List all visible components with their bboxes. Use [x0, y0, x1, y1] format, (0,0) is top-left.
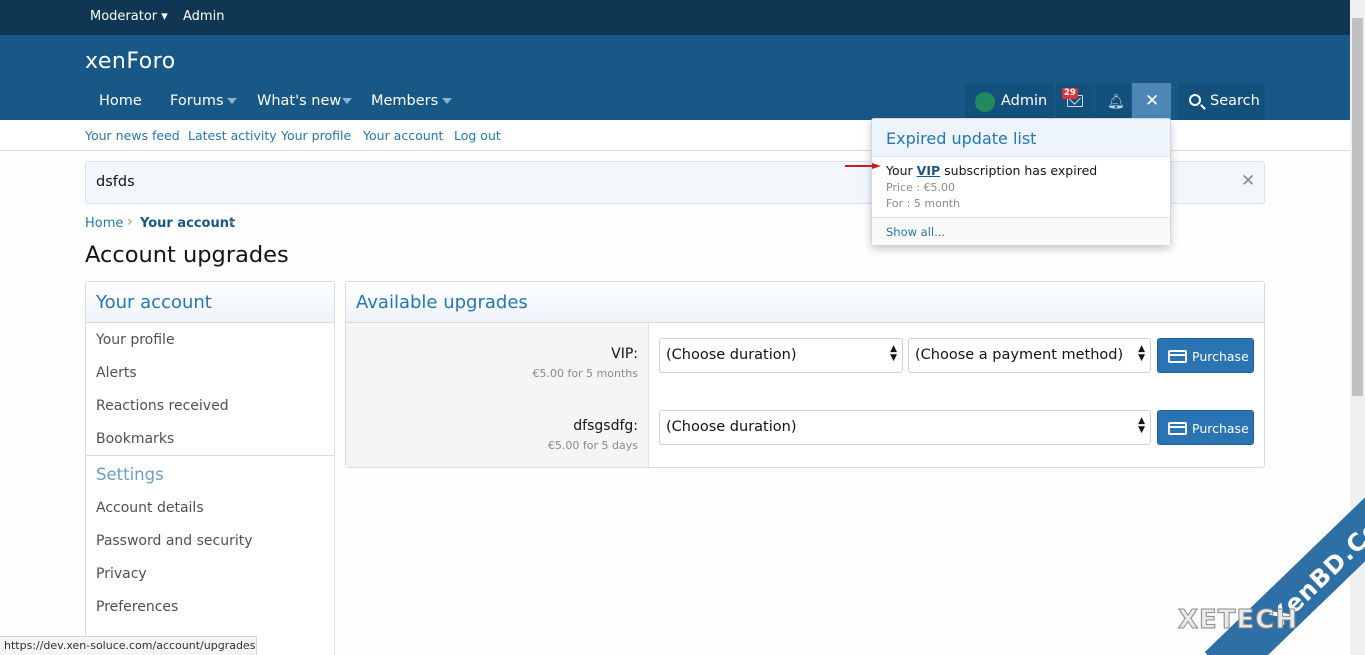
duration-select-dfsgsdfg[interactable]: (Choose duration) ▲ ▼ [659, 410, 1151, 445]
annotation-arrow-icon [845, 163, 881, 169]
breadcrumb-current[interactable]: Your account [140, 216, 235, 231]
sidebar-item-bookmarks[interactable]: Bookmarks [96, 431, 174, 447]
members-chevron-down-icon[interactable] [442, 98, 452, 104]
upgrade-label-dfsgsdfg: dfsgsdfg: [573, 418, 638, 434]
tab-whats-new[interactable]: What's new [257, 93, 341, 109]
sidebar-title: Your account [96, 292, 212, 313]
sidebar-item-account-details[interactable]: Account details [96, 500, 204, 516]
staff-bar: Moderator ▾ Admin [0, 0, 1365, 35]
bell-icon: 🔔︎ [1107, 94, 1125, 110]
subnav-log-out[interactable]: Log out [454, 128, 501, 143]
forums-chevron-down-icon[interactable] [227, 98, 237, 104]
purchase-label: Purchase [1192, 421, 1249, 436]
scrollbar-thumb[interactable] [1352, 18, 1363, 396]
tab-members[interactable]: Members [371, 93, 438, 109]
status-url: https://dev.xen-soluce.com/account/upgra… [4, 639, 256, 652]
whats-new-chevron-down-icon[interactable] [342, 98, 352, 104]
duration-value: (Choose duration) [666, 419, 797, 435]
moderator-label: Moderator [90, 9, 158, 24]
sidebar-item-your-profile[interactable]: Your profile [96, 332, 175, 348]
subnav-latest-activity[interactable]: Latest activity [188, 128, 277, 143]
vip-link[interactable]: VIP [917, 163, 941, 178]
page-title: Account upgrades [85, 242, 289, 268]
purchase-button-vip[interactable]: Purchase [1157, 338, 1254, 373]
popup-footer: Show all... [872, 217, 1170, 245]
select-arrows-icon: ▲ ▼ [1138, 416, 1145, 435]
user-name: Admin [1001, 93, 1048, 109]
popup-header: Expired update list [872, 119, 1170, 157]
tab-home[interactable]: Home [99, 93, 142, 109]
chevron-right-icon: › [228, 214, 234, 230]
moderator-menu[interactable]: Moderator ▾ [90, 9, 168, 24]
admin-link[interactable]: Admin [183, 9, 224, 24]
search-icon [1189, 94, 1201, 106]
message-prefix: Your [886, 163, 917, 178]
breadcrumb-home[interactable]: Home [85, 216, 123, 231]
close-popup-button[interactable]: ✕ [1132, 83, 1171, 120]
upgrade-hint-dfsgsdfg: €5.00 for 5 days [547, 439, 638, 452]
purchase-label: Purchase [1192, 349, 1249, 364]
site-header: xenForo Home Forums What's new Members A… [0, 35, 1365, 120]
watermark: XenBD.Com XETECH [1150, 455, 1365, 655]
notice-text: dsfds [96, 174, 135, 190]
block-header: Available upgrades [346, 282, 1264, 323]
tab-forums[interactable]: Forums [170, 93, 224, 109]
credit-card-icon [1168, 422, 1187, 435]
sidebar-header: Your account [86, 282, 334, 323]
dismiss-notice-close-icon[interactable]: ✕ [1241, 171, 1255, 191]
block-title: Available upgrades [356, 292, 528, 313]
alerts-button[interactable]: 🔔︎ [1095, 83, 1131, 120]
browser-status-bar: https://dev.xen-soluce.com/account/upgra… [0, 636, 257, 655]
avatar [975, 92, 995, 112]
upgrade-label-vip: VIP: [611, 346, 638, 362]
credit-card-icon [1168, 350, 1187, 363]
message-suffix: subscription has expired [940, 163, 1098, 178]
expired-period: For : 5 month [886, 197, 961, 210]
conversations-badge: 29 [1062, 88, 1078, 99]
subnav-your-profile[interactable]: Your profile [281, 128, 351, 143]
chevron-right-icon: › [127, 214, 133, 230]
sidebar-item-privacy[interactable]: Privacy [96, 566, 147, 582]
site-logo[interactable]: xenForo [85, 49, 176, 74]
available-upgrades-block: Available upgrades VIP: €5.00 for 5 mont… [345, 281, 1265, 468]
sidebar-item-preferences[interactable]: Preferences [96, 599, 178, 615]
expired-price: Price : €5.00 [886, 181, 956, 194]
subnav-news-feed[interactable]: Your news feed [85, 128, 180, 143]
account-sidebar: Your account Your profile Alerts Reactio… [85, 281, 335, 655]
payment-method-select-vip[interactable]: (Choose a payment method) ▲ ▼ [908, 338, 1151, 373]
search-button[interactable]: Search [1178, 83, 1265, 120]
upgrade-hint-vip: €5.00 for 5 months [532, 367, 638, 380]
divider [86, 455, 334, 456]
duration-select-vip[interactable]: (Choose duration) ▲ ▼ [659, 338, 903, 373]
sidebar-item-password[interactable]: Password and security [96, 533, 253, 549]
sidebar-settings-heading: Settings [96, 465, 164, 484]
select-arrows-icon: ▲ ▼ [1138, 344, 1145, 363]
conversations-button[interactable]: 29 [1056, 83, 1094, 120]
sidebar-item-reactions[interactable]: Reactions received [96, 398, 229, 414]
popup-title: Expired update list [886, 129, 1037, 148]
close-icon: ✕ [1145, 91, 1160, 111]
subnav-your-account[interactable]: Your account [363, 128, 443, 143]
watermark-text-secondary: XETECH [1177, 605, 1299, 636]
purchase-button-dfsgsdfg[interactable]: Purchase [1157, 410, 1254, 445]
show-all-link[interactable]: Show all... [886, 225, 945, 239]
search-label: Search [1210, 93, 1260, 109]
expired-updates-popup: Expired update list Your VIP subscriptio… [871, 118, 1171, 245]
duration-value: (Choose duration) [666, 347, 797, 363]
select-arrows-icon: ▲ ▼ [890, 344, 897, 363]
user-menu[interactable]: Admin [965, 83, 1054, 120]
payment-value: (Choose a payment method) [915, 347, 1124, 363]
expired-message: Your VIP subscription has expired [886, 163, 1097, 178]
sidebar-item-alerts[interactable]: Alerts [96, 365, 137, 381]
label-column: VIP: €5.00 for 5 months dfsgsdfg: €5.00 … [346, 323, 649, 467]
